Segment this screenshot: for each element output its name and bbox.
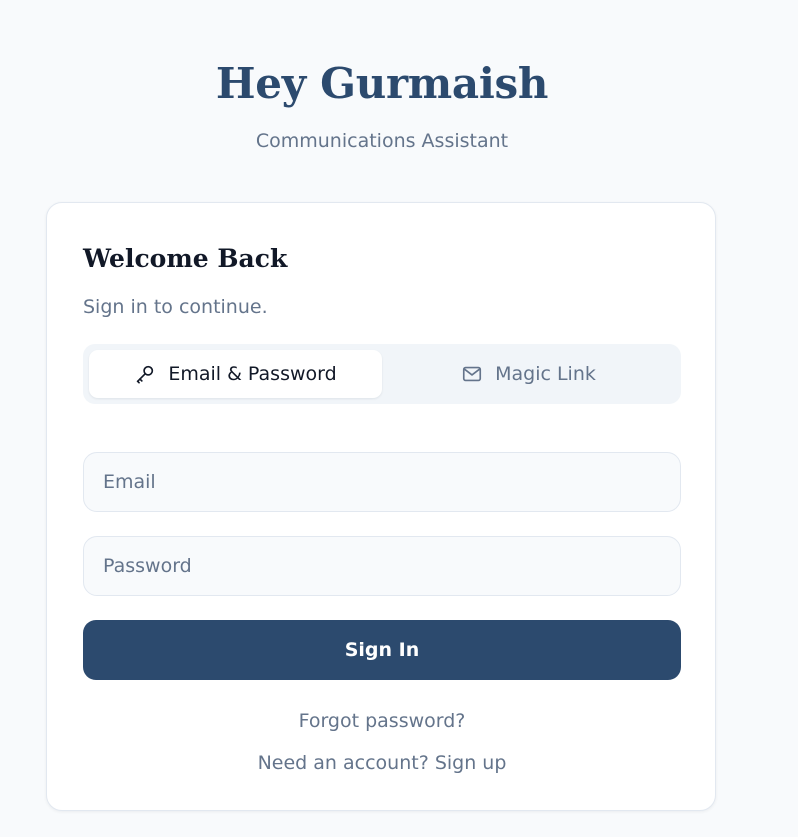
password-input[interactable]: [83, 536, 681, 596]
sign-up-link[interactable]: Sign up: [435, 752, 507, 774]
forgot-password-link[interactable]: Forgot password?: [299, 710, 466, 732]
tab-magic-link-label: Magic Link: [495, 363, 596, 385]
key-icon: [137, 365, 154, 384]
card-title: Welcome Back: [83, 244, 288, 273]
mail-icon: [463, 366, 482, 382]
card-subtitle: Sign in to continue.: [83, 296, 268, 318]
need-account-text: Need an account?: [257, 752, 429, 774]
tab-magic-link[interactable]: Magic Link: [382, 350, 675, 398]
app-subtitle: Communications Assistant: [255, 130, 509, 152]
auth-method-tabs: Email & Password Magic Link: [83, 344, 681, 404]
tab-email-password[interactable]: Email & Password: [89, 350, 382, 398]
tab-email-password-label: Email & Password: [168, 363, 337, 385]
email-input[interactable]: [83, 452, 681, 512]
sign-in-card: Welcome Back Sign in to continue. Email …: [46, 202, 716, 811]
forgot-password-row: Forgot password?: [47, 708, 717, 734]
app-title: Hey Gurmaish: [215, 59, 549, 108]
sign-in-button[interactable]: Sign In: [83, 620, 681, 680]
sign-up-row: Need an account? Sign up: [47, 750, 717, 776]
